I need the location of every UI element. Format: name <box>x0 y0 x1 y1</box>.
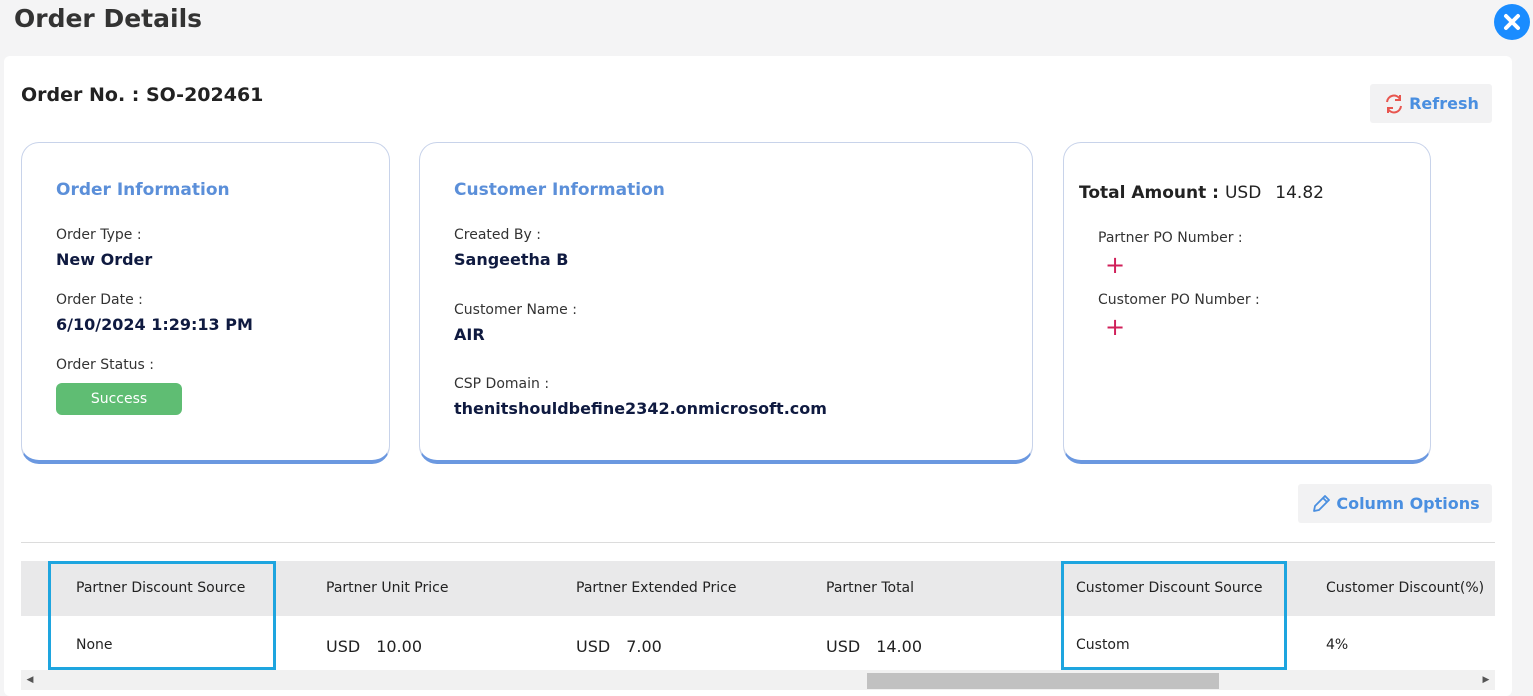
currency-label: USD <box>326 637 361 656</box>
order-information-card: Order Information Order Type : New Order… <box>21 142 390 464</box>
total-amount-card: Total Amount : USD 14.82 Partner PO Number… <box>1063 142 1431 464</box>
scroll-left-arrow-icon[interactable]: ◀ <box>23 672 37 688</box>
customer-information-card: Customer Information Created By : Sangee… <box>419 142 1033 464</box>
order-date-label: Order Date : <box>56 292 143 308</box>
csp-domain-label: CSP Domain : <box>454 376 550 392</box>
partner-extended-price-cell: USD 7.00 <box>576 637 662 656</box>
total-amount-row: Total Amount : USD 14.82 <box>1079 183 1324 203</box>
partner-po-label: Partner PO Number : <box>1098 230 1243 246</box>
column-header[interactable]: Partner Total <box>826 580 914 596</box>
price-value: 7.00 <box>626 637 662 656</box>
refresh-label: Refresh <box>1409 94 1479 113</box>
total-amount-label: Total Amount : <box>1079 183 1219 203</box>
csp-domain-value: thenitshouldbefine2342.onmicrosoft.com <box>454 399 827 418</box>
order-type-label: Order Type : <box>56 227 142 243</box>
order-date-value: 6/10/2024 1:29:13 PM <box>56 315 253 334</box>
price-value: 14.00 <box>876 637 922 656</box>
highlight-box-partner-discount-source <box>48 561 276 670</box>
customer-information-heading: Customer Information <box>454 180 665 200</box>
close-icon <box>1504 14 1520 30</box>
pencil-icon <box>1313 494 1331 512</box>
add-partner-po-button[interactable]: + <box>1105 253 1125 277</box>
order-information-heading: Order Information <box>56 180 230 200</box>
status-badge: Success <box>56 383 182 415</box>
plus-icon: + <box>1105 313 1126 341</box>
add-customer-po-button[interactable]: + <box>1105 315 1125 339</box>
order-number: Order No. : SO-202461 <box>21 84 264 106</box>
total-amount-currency: USD <box>1224 183 1262 203</box>
close-button[interactable] <box>1494 4 1530 40</box>
column-options-label: Column Options <box>1336 494 1480 513</box>
scroll-right-arrow-icon[interactable]: ▶ <box>1479 672 1493 688</box>
customer-po-label: Customer PO Number : <box>1098 292 1260 308</box>
divider <box>21 542 1495 543</box>
horizontal-scrollbar[interactable]: ◀ ▶ <box>21 670 1495 690</box>
price-value: 10.00 <box>376 637 422 656</box>
order-status-label: Order Status : <box>56 357 155 373</box>
refresh-icon <box>1386 94 1403 113</box>
refresh-button[interactable]: Refresh <box>1370 84 1492 123</box>
column-header[interactable]: Partner Extended Price <box>576 580 736 596</box>
column-header[interactable]: Partner Unit Price <box>326 580 448 596</box>
currency-label: USD <box>576 637 611 656</box>
created-by-label: Created By : <box>454 227 541 243</box>
column-header[interactable]: Customer Discount(%) <box>1326 580 1484 596</box>
customer-name-value: AIR <box>454 325 485 344</box>
order-details-panel: Order No. : SO-202461 Refresh Order Info… <box>4 56 1512 696</box>
partner-total-cell: USD 14.00 <box>826 637 922 656</box>
page-title: Order Details <box>14 4 203 33</box>
total-amount-value: 14.82 <box>1275 183 1324 203</box>
partner-unit-price-cell: USD 10.00 <box>326 637 422 656</box>
highlight-box-customer-discount-source <box>1061 561 1287 670</box>
plus-icon: + <box>1105 251 1126 279</box>
created-by-value: Sangeetha B <box>454 250 569 269</box>
column-options-button[interactable]: Column Options <box>1298 484 1492 523</box>
customer-name-label: Customer Name : <box>454 302 577 318</box>
order-type-value: New Order <box>56 250 153 269</box>
customer-discount-pct-cell: 4% <box>1326 637 1349 653</box>
scrollbar-thumb[interactable] <box>867 673 1219 689</box>
currency-label: USD <box>826 637 861 656</box>
